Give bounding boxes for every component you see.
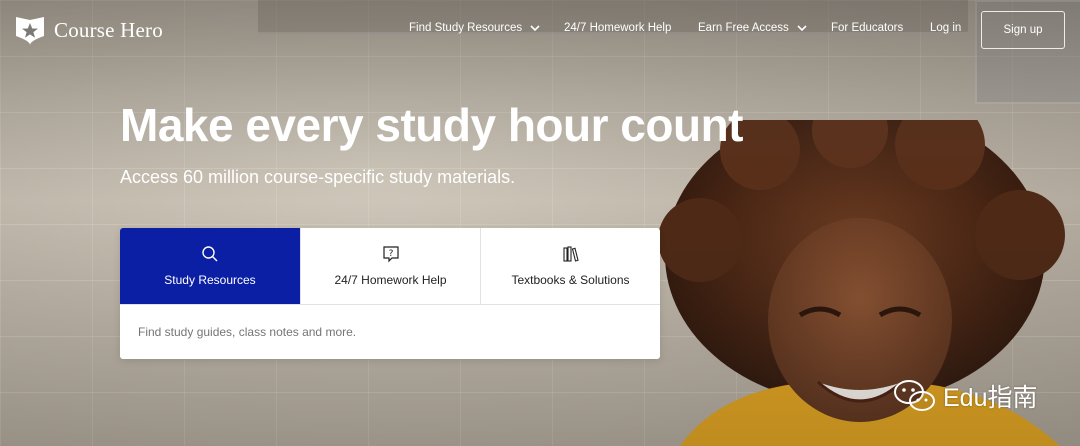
wechat-icon	[894, 380, 935, 411]
nav-log-in[interactable]: Log in	[930, 22, 961, 34]
search-icon	[202, 246, 218, 262]
watermark-text: Edu指南	[943, 384, 1038, 412]
star-shield-logo-icon	[16, 17, 44, 45]
tab-label: Study Resources	[164, 273, 256, 287]
tab-homework-help[interactable]: ? 24/7 Homework Help	[300, 228, 480, 304]
tab-study-resources[interactable]: Study Resources	[120, 228, 300, 304]
chevron-down-icon	[530, 24, 540, 31]
watermark: Edu指南	[893, 378, 1037, 414]
svg-text:?: ?	[388, 249, 393, 259]
course-hero-logo[interactable]: Course Hero	[14, 14, 163, 46]
chevron-down-icon	[797, 24, 807, 31]
nav-find-study-resources[interactable]: Find Study Resources	[409, 22, 540, 34]
nav-item-label: 24/7 Homework Help	[564, 22, 672, 34]
hero-subhead: Access 60 million course-specific study …	[120, 167, 516, 187]
question-bubble-icon: ?	[382, 246, 399, 263]
hero-section: Course Hero Find Study Resources 24/7 Ho…	[0, 0, 1080, 446]
nav-homework-help[interactable]: 24/7 Homework Help	[564, 22, 671, 34]
top-nav: Course Hero Find Study Resources 24/7 Ho…	[0, 0, 1080, 60]
tab-textbooks-solutions[interactable]: Textbooks & Solutions	[480, 228, 660, 304]
search-card: Study Resources ? 24/7 Homework Help Tex…	[120, 228, 660, 359]
nav-for-educators[interactable]: For Educators	[831, 22, 903, 34]
search-input[interactable]	[120, 305, 660, 359]
search-tabs: Study Resources ? 24/7 Homework Help Tex…	[120, 228, 660, 305]
tab-label: Textbooks & Solutions	[511, 273, 630, 287]
tab-label: 24/7 Homework Help	[334, 273, 447, 287]
nav-earn-free-access[interactable]: Earn Free Access	[698, 22, 807, 34]
sign-up-button[interactable]: Sign up	[981, 11, 1065, 49]
hero-headline: Make every study hour count	[120, 99, 744, 151]
logo-text: Course Hero	[54, 17, 163, 42]
nav-item-label: Find Study Resources	[409, 22, 523, 34]
nav-item-label: Earn Free Access	[698, 22, 789, 34]
nav-item-label: Log in	[930, 22, 962, 34]
books-icon	[562, 246, 579, 262]
nav-item-label: For Educators	[831, 22, 904, 34]
